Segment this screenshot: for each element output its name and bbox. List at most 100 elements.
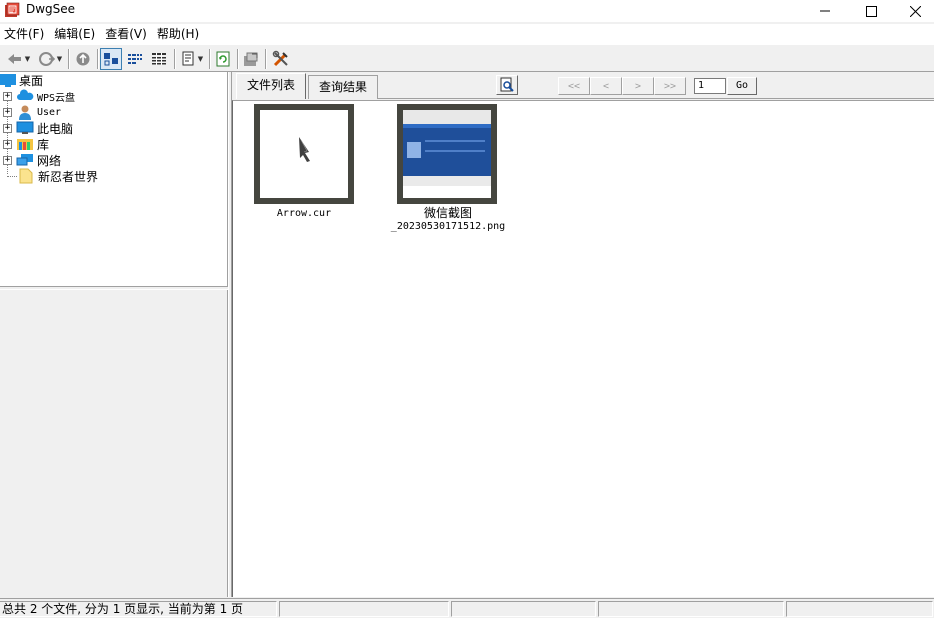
tree-item-label: 新忍者世界 — [38, 169, 99, 184]
status-bar: 总共 2 个文件, 分为 1 页显示, 当前为第 1 页 — [0, 598, 934, 618]
file-name-continued[interactable]: _20230530171512.png — [383, 221, 513, 233]
expand-toggle[interactable]: + — [3, 124, 12, 133]
expand-toggle[interactable]: + — [3, 92, 12, 101]
large-icons-view-icon — [104, 53, 118, 66]
details-view-button[interactable] — [148, 48, 170, 70]
close-icon — [909, 5, 921, 17]
network-icon — [16, 154, 33, 166]
page-number-input[interactable]: 1 — [694, 78, 726, 94]
forward-icon — [38, 52, 55, 66]
back-button[interactable]: ▼ — [4, 48, 32, 70]
tree-item-network[interactable]: 网络 — [16, 152, 61, 168]
minimize-icon — [820, 10, 830, 12]
tree-item-folder[interactable]: 新忍者世界 — [18, 168, 98, 184]
computer-icon — [16, 121, 34, 134]
back-icon — [7, 54, 21, 64]
tools-icon — [272, 50, 288, 67]
expand-toggle[interactable]: + — [3, 140, 12, 149]
app-window: DwgSee 文件(F) 编辑(E) 查看(V) 帮助(H) ▼ ▼ ▼ 桌面 … — [0, 0, 934, 618]
details-view-icon — [152, 53, 166, 65]
tree-guide-line — [7, 176, 17, 177]
tree-item-user[interactable]: User — [16, 104, 61, 120]
user-icon — [19, 105, 31, 120]
close-button[interactable] — [892, 0, 934, 22]
last-page-button[interactable]: >> — [654, 77, 686, 95]
library-icon — [17, 139, 33, 150]
image-preview-icon — [403, 110, 491, 198]
list-view-button[interactable] — [124, 48, 146, 70]
cursor-preview-icon — [299, 137, 310, 162]
menu-bar: 文件(F) 编辑(E) 查看(V) 帮助(H) — [0, 24, 934, 44]
status-cell — [451, 601, 596, 617]
tree-item-label: 库 — [37, 137, 50, 152]
file-list-area: Arrow.cur 微信截图 _20230530171512.png — [232, 100, 934, 597]
tab-baseline — [378, 98, 934, 99]
tree-item-label: 此电脑 — [37, 121, 74, 136]
toolbar: ▼ ▼ ▼ — [0, 44, 934, 72]
minimize-button[interactable] — [802, 0, 848, 22]
file-thumbnail[interactable] — [254, 104, 354, 204]
desktop-icon — [0, 74, 16, 87]
refresh-button[interactable] — [212, 48, 234, 70]
file-thumbnail[interactable] — [397, 104, 497, 204]
tree-item-wps-cloud[interactable]: WPS云盘 — [16, 88, 75, 104]
prev-page-button[interactable]: < — [590, 77, 622, 95]
tree-item-label: User — [37, 106, 62, 118]
maximize-button[interactable] — [848, 0, 894, 22]
status-cell — [786, 601, 933, 617]
menu-file[interactable]: 文件(F) — [0, 24, 50, 44]
tree-item-library[interactable]: 库 — [16, 136, 49, 152]
list-view-icon — [128, 54, 142, 64]
next-page-button[interactable]: > — [622, 77, 654, 95]
maximize-icon — [865, 5, 877, 17]
status-text: 总共 2 个文件, 分为 1 页显示, 当前为第 1 页 — [0, 601, 277, 617]
dwgsee-app-icon — [5, 2, 20, 17]
file-name[interactable]: 微信截图 — [383, 207, 513, 220]
toolbar-separator — [209, 49, 211, 69]
toolbar-separator — [97, 49, 99, 69]
up-folder-icon — [76, 52, 90, 66]
folder-icon — [19, 168, 33, 184]
tree-item-label: WPS云盘 — [37, 92, 76, 104]
toolbar-separator — [237, 49, 239, 69]
search-icon — [500, 77, 514, 92]
export-button[interactable] — [240, 48, 262, 70]
tab-file-list[interactable]: 文件列表 — [236, 73, 307, 99]
first-page-button[interactable]: << — [558, 77, 590, 95]
chevron-down-icon: ▼ — [197, 55, 204, 63]
export-icon — [244, 52, 258, 66]
tree-item-this-pc[interactable]: 此电脑 — [16, 120, 73, 136]
toolbar-separator — [174, 49, 176, 69]
toolbar-separator — [265, 49, 267, 69]
cloud-icon — [17, 89, 34, 100]
menu-view[interactable]: 查看(V) — [101, 24, 153, 44]
chevron-down-icon: ▼ — [24, 55, 31, 63]
tree-item-label: 网络 — [37, 153, 62, 168]
window-title: DwgSee — [26, 2, 76, 16]
status-cell — [279, 601, 449, 617]
tab-search-results[interactable]: 查询结果 — [308, 75, 379, 99]
toolbar-separator — [68, 49, 70, 69]
tree-item-desktop[interactable]: 桌面 — [0, 72, 43, 88]
search-button[interactable] — [496, 75, 518, 95]
tools-button[interactable] — [269, 48, 293, 70]
large-icons-view-button[interactable] — [100, 48, 122, 70]
folder-tree: 桌面 + WPS云盘 + User + 此电脑 + 库 + 网络 新忍者世界 — [0, 72, 228, 288]
menu-help[interactable]: 帮助(H) — [153, 24, 205, 44]
menu-edit[interactable]: 编辑(E) — [50, 24, 101, 44]
expand-toggle[interactable]: + — [3, 156, 12, 165]
thumbnail-canvas — [403, 110, 491, 198]
go-button[interactable]: Go — [727, 77, 757, 95]
expand-toggle[interactable]: + — [3, 108, 12, 117]
forward-button[interactable]: ▼ — [36, 48, 64, 70]
status-cell — [598, 601, 784, 617]
file-name[interactable]: Arrow.cur — [253, 208, 355, 220]
title-bar: DwgSee — [0, 0, 934, 22]
refresh-icon — [216, 51, 230, 67]
filter-button[interactable]: ▼ — [178, 48, 206, 70]
thumbnail-canvas — [260, 110, 348, 198]
tree-item-label: 桌面 — [19, 73, 44, 88]
chevron-down-icon: ▼ — [56, 55, 63, 63]
filter-icon — [182, 51, 194, 66]
up-folder-button[interactable] — [72, 48, 94, 70]
